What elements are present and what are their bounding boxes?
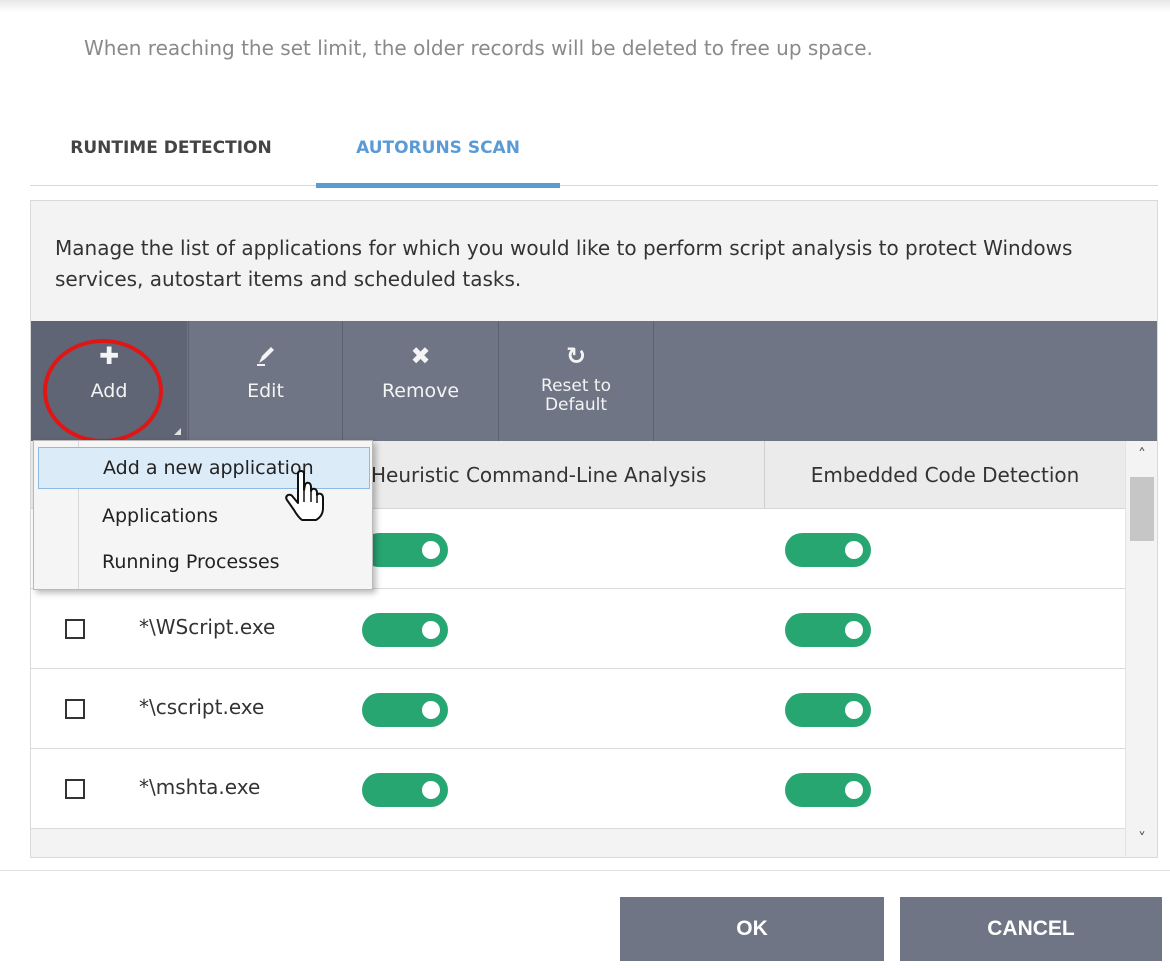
table-row[interactable]: *\WScript.exe bbox=[31, 589, 1125, 669]
column-header-embedded[interactable]: Embedded Code Detection bbox=[765, 441, 1125, 509]
embedded-toggle[interactable] bbox=[785, 613, 871, 647]
row-filename: *\WScript.exe bbox=[139, 615, 276, 639]
toggle-knob bbox=[845, 701, 863, 719]
table-row[interactable]: *\mshta.exe bbox=[31, 749, 1125, 829]
table-filler bbox=[31, 829, 1125, 857]
column-header-heuristic[interactable]: Heuristic Command-Line Analysis bbox=[371, 441, 765, 509]
hand-cursor-icon bbox=[285, 470, 324, 521]
heuristic-toggle[interactable] bbox=[362, 693, 448, 727]
edit-label: Edit bbox=[247, 380, 284, 402]
table-row[interactable]: *\cscript.exe bbox=[31, 669, 1125, 749]
menu-item-running-processes[interactable]: Running Processes bbox=[38, 541, 370, 583]
scrollbar-thumb[interactable] bbox=[1130, 477, 1154, 541]
heuristic-toggle[interactable] bbox=[362, 613, 448, 647]
row-checkbox[interactable] bbox=[65, 699, 85, 719]
ok-button[interactable]: OK bbox=[620, 897, 884, 961]
cancel-button[interactable]: CANCEL bbox=[900, 897, 1162, 961]
reset-label: Reset to Default bbox=[541, 377, 611, 415]
embedded-toggle[interactable] bbox=[785, 693, 871, 727]
reset-to-default-button[interactable]: ↻ Reset to Default bbox=[498, 321, 654, 441]
toggle-knob bbox=[845, 621, 863, 639]
refresh-icon: ↻ bbox=[565, 342, 587, 370]
toggle-knob bbox=[845, 541, 863, 559]
embedded-toggle[interactable] bbox=[785, 533, 871, 567]
row-filename: *\mshta.exe bbox=[139, 775, 261, 799]
tab-bar: RUNTIME DETECTION AUTORUNS SCAN bbox=[30, 110, 1158, 188]
row-filename: *\cscript.exe bbox=[139, 695, 265, 719]
remove-button[interactable]: ✖ Remove bbox=[342, 321, 498, 441]
tab-autoruns-scan[interactable]: AUTORUNS SCAN bbox=[316, 110, 560, 188]
toggle-knob bbox=[422, 701, 440, 719]
reset-label-line2: Default bbox=[544, 395, 608, 415]
heuristic-toggle[interactable] bbox=[362, 773, 448, 807]
embedded-toggle[interactable] bbox=[785, 773, 871, 807]
heuristic-toggle[interactable] bbox=[362, 533, 448, 567]
top-fade bbox=[0, 0, 1170, 12]
reset-label-line1: Reset to bbox=[541, 376, 611, 396]
highlight-circle bbox=[43, 339, 163, 443]
chevron-up-icon[interactable]: ˄ bbox=[1126, 445, 1158, 469]
info-text: When reaching the set limit, the older r… bbox=[84, 36, 873, 60]
toggle-knob bbox=[422, 541, 440, 559]
pencil-icon bbox=[255, 343, 277, 369]
edit-button[interactable]: Edit bbox=[188, 321, 342, 441]
tab-runtime-detection[interactable]: RUNTIME DETECTION bbox=[30, 110, 312, 186]
table-scrollbar[interactable]: ˄ ˅ bbox=[1125, 441, 1157, 857]
chevron-down-icon[interactable]: ˅ bbox=[1126, 829, 1158, 853]
row-checkbox[interactable] bbox=[65, 619, 85, 639]
panel-description: Manage the list of applications for whic… bbox=[55, 236, 1073, 291]
remove-label: Remove bbox=[381, 380, 460, 402]
dialog-footer: OK CANCEL bbox=[0, 870, 1170, 968]
toggle-knob bbox=[422, 781, 440, 799]
x-icon: ✖ bbox=[410, 342, 431, 370]
toggle-knob bbox=[422, 621, 440, 639]
toolbar: ✚ Add Edit ✖ Remove ↻ Reset to Default bbox=[31, 321, 1157, 443]
toggle-knob bbox=[845, 781, 863, 799]
dropdown-caret-icon bbox=[174, 428, 181, 435]
row-checkbox[interactable] bbox=[65, 779, 85, 799]
